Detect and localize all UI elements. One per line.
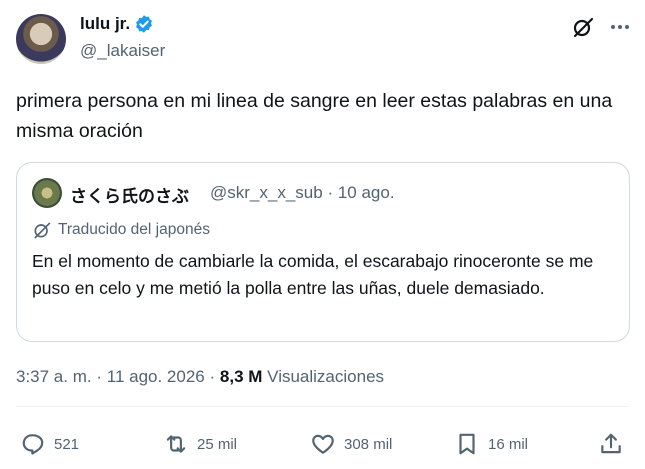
separator: ·	[96, 367, 103, 386]
grok-icon[interactable]	[571, 15, 595, 39]
author-handle[interactable]: @_lakaiser	[80, 41, 165, 61]
reply-button[interactable]: 521	[20, 431, 79, 457]
views-count: 8,3 M	[219, 367, 263, 386]
quoted-post-text: En el momento de cambiarle la comida, el…	[32, 251, 594, 298]
like-count: 308 mil	[344, 435, 393, 453]
heart-icon	[312, 434, 334, 454]
bookmark-icon	[459, 433, 475, 455]
more-options-icon[interactable]	[608, 15, 632, 39]
share-icon	[601, 433, 621, 454]
post-meta: 3:37 a. m. · 11 ago. 2026 · 8,3 M Visual…	[16, 367, 384, 387]
quoted-author-avatar[interactable]	[32, 178, 62, 208]
author-avatar[interactable]	[16, 14, 66, 64]
quoted-handle-date: @skr_x_x_sub · 10 ago.	[210, 183, 395, 203]
post-time[interactable]: 3:37 a. m.	[16, 367, 92, 386]
separator: ·	[209, 367, 216, 386]
reply-icon	[22, 434, 44, 455]
bookmark-count: 16 mil	[488, 435, 529, 453]
like-button[interactable]: 308 mil	[310, 431, 392, 457]
quoted-author-name[interactable]: さくら氏のさぶ	[70, 182, 189, 207]
author-name-row[interactable]: lulu jr.	[80, 14, 154, 34]
translation-label-row: Traducido del japonés	[32, 220, 210, 240]
translate-icon	[34, 222, 51, 239]
divider	[16, 406, 630, 407]
repost-button[interactable]: 25 mil	[163, 431, 237, 457]
bookmark-button[interactable]: 16 mil	[454, 431, 528, 457]
share-button[interactable]	[598, 431, 624, 457]
repost-count: 25 mil	[197, 435, 238, 453]
repost-icon	[166, 435, 186, 453]
reply-count: 521	[54, 435, 80, 453]
translation-label: Traducido del japonés	[58, 221, 210, 238]
quoted-date[interactable]: 10 ago.	[338, 183, 395, 202]
author-name[interactable]: lulu jr.	[80, 14, 130, 34]
views-label: Visualizaciones	[267, 367, 385, 386]
verified-badge-icon	[136, 15, 152, 33]
post-date[interactable]: 11 ago. 2026	[107, 367, 205, 386]
separator: ·	[327, 183, 334, 202]
post-text: primera persona en mi linea de sangre en…	[16, 90, 613, 142]
quoted-author-handle[interactable]: @skr_x_x_sub	[210, 183, 323, 202]
